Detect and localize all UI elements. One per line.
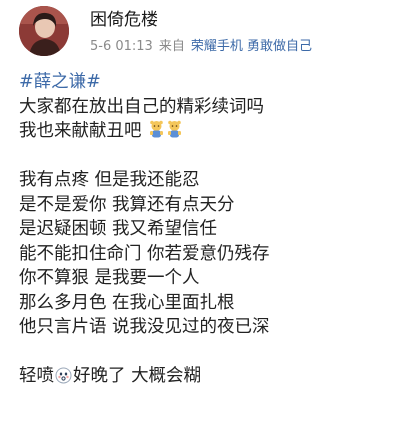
author-name[interactable]: 困倚危楼 — [90, 9, 158, 31]
closing-text-before: 轻喷 — [19, 366, 54, 386]
lyric-line: 他只言片语 说我没见过的夜已深 — [19, 317, 270, 337]
whistle-face-emoji-icon — [55, 367, 72, 384]
lyric-line: 我有点疼 但是我还能忍 — [19, 170, 200, 190]
post-meta: 5-6 01:13 来自 荣耀手机 勇敢做自己 — [90, 38, 312, 55]
user-avatar[interactable] — [19, 6, 69, 56]
post-text-line: 大家都在放出自己的精彩续词吗 — [19, 96, 264, 117]
post-text-line-with-emoji: 我也来献献丑吧 — [19, 119, 391, 144]
bashful-bear-emoji-icon — [166, 120, 183, 139]
closing-text-after: 好晚了 大概会糊 — [73, 366, 202, 386]
source-prefix: 来自 — [158, 39, 185, 54]
post-date: 5-6 01:13 — [90, 39, 153, 54]
topic-hashtag-link[interactable]: #薛之谦# — [19, 70, 391, 95]
lyric-line: 能不能扣住命门 你若爱意仍残存 — [19, 243, 270, 264]
closing-line: 轻喷 好晚了 大概会糊 — [19, 364, 391, 389]
lyric-line: 你不算狠 是我要一个人 — [19, 268, 200, 288]
lyric-line: 是不是爱你 我算还有点天分 — [19, 194, 235, 215]
post-header: 困倚危楼 5-6 01:13 来自 荣耀手机 勇敢做自己 — [0, 0, 403, 64]
post-body: #薛之谦# 大家都在放出自己的精彩续词吗 我也来献献丑吧 我有点疼 但是我还能忍… — [19, 70, 391, 389]
source-device-link[interactable]: 荣耀手机 勇敢做自己 — [191, 39, 312, 54]
lyric-line: 那么多月色 在我心里面扎根 — [19, 292, 235, 313]
lyric-line: 是迟疑困顿 我又希望信任 — [19, 219, 218, 239]
bashful-bear-emoji-icon — [148, 120, 165, 139]
post-text: 我也来献献丑吧 — [19, 121, 142, 141]
